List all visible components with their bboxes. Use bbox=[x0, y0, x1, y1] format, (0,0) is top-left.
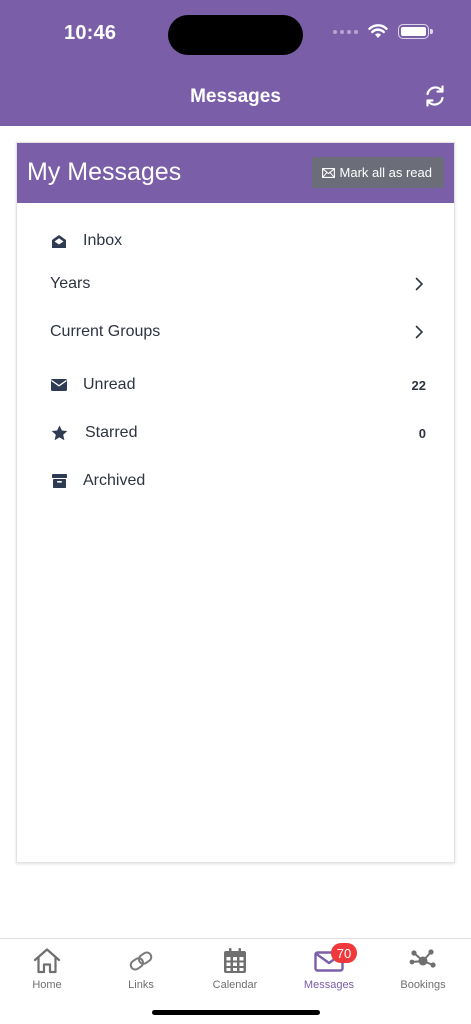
star-icon bbox=[50, 424, 68, 442]
unread-count: 22 bbox=[411, 377, 426, 393]
envelope-icon bbox=[50, 376, 68, 394]
envelope-open-icon bbox=[50, 232, 68, 250]
tab-home[interactable]: Home bbox=[0, 939, 94, 999]
mark-all-read-label: Mark all as read bbox=[339, 165, 432, 180]
page-title: Messages bbox=[190, 86, 281, 107]
current-groups-label: Current Groups bbox=[50, 323, 161, 340]
tab-messages[interactable]: 70 Messages bbox=[282, 939, 376, 999]
status-indicators bbox=[333, 24, 433, 39]
inbox-label: Inbox bbox=[83, 232, 123, 249]
tab-bookings[interactable]: Bookings bbox=[376, 939, 470, 999]
status-time: 10:46 bbox=[64, 22, 117, 44]
tab-calendar-label: Calendar bbox=[212, 979, 258, 991]
home-indicator bbox=[152, 1010, 320, 1015]
envelope-outline-icon bbox=[321, 167, 335, 178]
archive-box-icon bbox=[50, 472, 68, 490]
tab-home-label: Home bbox=[32, 979, 62, 991]
my-messages-card: My Messages Mark all as read Inbox Years… bbox=[16, 142, 455, 863]
calendar-icon bbox=[224, 948, 246, 973]
menu-item-starred[interactable]: Starred 0 bbox=[17, 413, 454, 453]
cellular-signal-icon bbox=[333, 29, 358, 34]
archived-label: Archived bbox=[83, 472, 146, 489]
tab-links[interactable]: Links bbox=[94, 939, 188, 999]
chevron-right-icon bbox=[415, 325, 424, 339]
menu-item-years[interactable]: Years bbox=[17, 264, 454, 304]
link-icon bbox=[129, 951, 153, 971]
home-icon bbox=[33, 948, 61, 974]
card-header: My Messages Mark all as read bbox=[17, 143, 454, 203]
tab-messages-label: Messages bbox=[303, 979, 355, 991]
chevron-right-icon bbox=[415, 277, 424, 291]
tab-bookings-label: Bookings bbox=[400, 979, 446, 991]
tab-links-label: Links bbox=[128, 979, 154, 991]
card-title: My Messages bbox=[27, 158, 182, 186]
menu-item-archived[interactable]: Archived bbox=[17, 461, 454, 501]
menu-item-inbox[interactable]: Inbox bbox=[17, 221, 454, 261]
starred-count: 0 bbox=[418, 425, 426, 441]
dynamic-island bbox=[168, 15, 303, 55]
app-header: 10:46 Messages bbox=[0, 0, 471, 126]
messages-badge: 70 bbox=[331, 943, 357, 963]
unread-label: Unread bbox=[83, 376, 136, 393]
network-icon bbox=[409, 949, 436, 968]
battery-icon bbox=[398, 24, 433, 39]
menu-item-current-groups[interactable]: Current Groups bbox=[17, 312, 454, 352]
menu-item-unread[interactable]: Unread 22 bbox=[17, 365, 454, 405]
tab-calendar[interactable]: Calendar bbox=[188, 939, 282, 999]
mark-all-read-button[interactable]: Mark all as read bbox=[311, 157, 444, 188]
years-label: Years bbox=[50, 275, 91, 292]
wifi-icon bbox=[368, 24, 388, 38]
refresh-icon[interactable] bbox=[423, 84, 447, 108]
starred-label: Starred bbox=[85, 424, 138, 441]
